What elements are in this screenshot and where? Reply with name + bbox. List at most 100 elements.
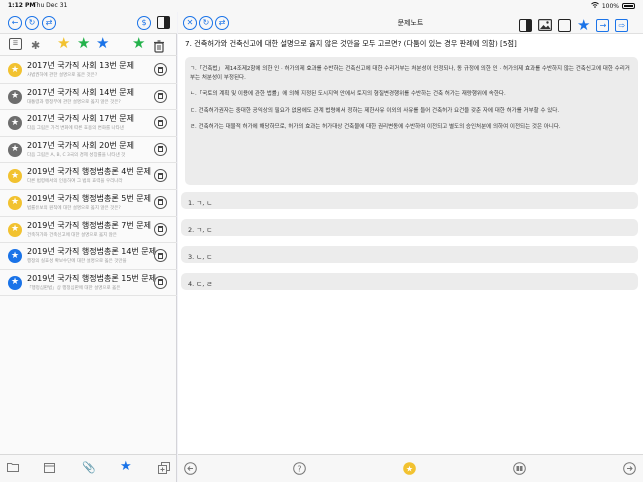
list-item-subtitle: 다음 그림은 가격 변화에 따른 효용의 변화를 나타낸: [27, 126, 124, 132]
filter-blue-star-icon[interactable]: ★: [96, 36, 109, 51]
sidebar: ← ↻ ⇄ $ ☰ ✱ ★ ★ ★ ★ ★ 2017년 국가직 사회 13번 문…: [0, 12, 177, 482]
next-arrow-icon[interactable]: [623, 462, 636, 478]
list-item-subtitle: 「행정심판법」상 행정심판에 대한 설명으로 옳은: [27, 285, 121, 291]
list-item[interactable]: ★ 2017년 국가직 사회 13번 문제 사법권하에 관한 설명으로 옳은 것…: [0, 57, 177, 84]
list-item-title: 2019년 국가직 행정법총론 14번 문제: [27, 247, 157, 257]
split-view-icon[interactable]: [157, 16, 170, 29]
inbox-tray-icon[interactable]: ☰: [9, 38, 22, 50]
list-item[interactable]: ★ 2017년 국가직 사회 20번 문제 다음 그림은 A, B, C 3국의…: [0, 137, 177, 164]
gray-star-icon: ★: [8, 142, 22, 157]
statement: ㄹ. 건축허가는 대물적 허가에 해당하므로, 허가의 효과는 허가대상 건축물…: [190, 124, 561, 131]
previous-arrow-icon[interactable]: [184, 462, 197, 478]
status-right: 100%: [591, 2, 635, 10]
list-item-subtitle: 법률유보의 원칙에 대한 설명으로 옳지 않은 것은?: [27, 205, 121, 211]
statement-box: ㄱ.「건축법」 제14조제2항에 의한 인 · 허가의제 효과를 수반하는 건축…: [185, 57, 638, 185]
trash-icon[interactable]: [154, 89, 167, 103]
list-item-title: 2017년 국가직 사회 14번 문제: [27, 87, 134, 97]
answer-option[interactable]: 2. ㄱ, ㄷ: [181, 219, 638, 236]
trash-all-icon[interactable]: [153, 38, 165, 57]
wifi-icon: [591, 2, 599, 10]
sync-button[interactable]: ⇄: [42, 16, 56, 30]
calendar-icon[interactable]: [44, 462, 55, 476]
status-bar: 1:12 PM Thu Dec 31 100%: [0, 0, 643, 12]
statement: ㄴ.「국토의 계획 및 이용에 관한 법률」에 의해 지정된 도시지역 안에서 …: [190, 91, 506, 98]
help-icon[interactable]: ?: [293, 462, 306, 478]
main-toolbar: ✕ ↻ ⇄ 문제노트 ★ → ⇨: [178, 12, 643, 34]
gold-star-icon: ★: [8, 195, 22, 210]
list-item-title: 2019년 국가직 행정법총론 4번 문제: [27, 167, 151, 177]
dollar-icon[interactable]: $: [137, 16, 151, 30]
gray-star-icon: ★: [8, 89, 22, 104]
favorite-star-icon[interactable]: ★: [577, 18, 590, 33]
list-item[interactable]: ★ 2019년 국가직 행정법총론 15번 문제 「행정심판법」상 행정심판에 …: [0, 270, 177, 297]
star-filter-bar: ☰ ✱ ★ ★ ★ ★: [0, 34, 177, 56]
list-item[interactable]: ★ 2019년 국가직 행정법총론 4번 문제 다른 법령에서의 인용하여 그 …: [0, 163, 177, 190]
statement: ㄱ.「건축법」 제14조제2항에 의한 인 · 허가의제 효과를 수반하는 건축…: [190, 66, 630, 81]
svg-text:?: ?: [297, 464, 301, 473]
folder-icon[interactable]: [7, 462, 19, 475]
status-date: Thu Dec 31: [33, 2, 68, 9]
answer-option[interactable]: 4. ㄷ, ㄹ: [181, 273, 638, 290]
list-item-title: 2017년 국가직 사회 13번 문제: [27, 61, 134, 70]
list-item-subtitle: 다른 법령에서의 인용하여 그 법의 효력을 우리나라: [27, 179, 123, 185]
list-item-title: 2019년 국가직 행정법총론 7번 문제: [27, 220, 151, 230]
back-circle-button[interactable]: ←: [8, 16, 22, 30]
list-item-subtitle: 다음 그림은 A, B, C 3국의 경제 성장률을 나타낸 것: [27, 152, 126, 158]
trash-icon[interactable]: [154, 169, 167, 183]
main-bottom-bar: ? ★: [178, 454, 643, 482]
star-rating-icon[interactable]: ★: [403, 462, 416, 478]
list-item-subtitle: 건축허가와 건축신고에 대한 설명으로 옳지 않은: [27, 232, 117, 238]
blue-star-icon: ★: [8, 249, 22, 264]
battery-percent: 100%: [601, 2, 619, 10]
question-text: 7. 건축허가와 건축신고에 대한 설명으로 옳지 않은 것만을 모두 고르면?…: [185, 39, 517, 48]
battery-icon: [622, 3, 635, 9]
list-item-title: 2019년 국가직 행정법총론 15번 문제: [27, 273, 157, 283]
blue-star-icon: ★: [8, 275, 22, 290]
list-item-title: 2017년 국가직 사회 17번 문제: [27, 114, 134, 124]
answer-option[interactable]: 3. ㄴ, ㄷ: [181, 246, 638, 263]
status-time: 1:12 PM: [8, 2, 36, 9]
filter-green-star-icon[interactable]: ★: [77, 36, 90, 51]
trash-icon[interactable]: [154, 249, 167, 263]
list-item-subtitle: 사법권하에 관한 설명으로 옳은 것은?: [27, 73, 98, 78]
list-item[interactable]: ★ 2017년 국가직 사회 14번 문제 대통령과 행정부에 관한 설명으로 …: [0, 84, 177, 111]
sidebar-toolbar: ← ↻ ⇄ $: [0, 12, 177, 34]
split-view-icon[interactable]: [519, 19, 532, 32]
filter-multi-star-icon[interactable]: ★: [132, 36, 145, 51]
question-list: ★ 2017년 국가직 사회 13번 문제 사법권하에 관한 설명으로 옳은 것…: [0, 57, 177, 297]
trash-icon[interactable]: [154, 275, 167, 289]
list-item-title: 2017년 국가직 사회 20번 문제: [27, 140, 134, 150]
gold-star-icon: ★: [8, 222, 22, 237]
trash-icon[interactable]: [154, 63, 167, 76]
copy-add-icon[interactable]: [158, 462, 170, 477]
filter-all-icon[interactable]: ✱: [31, 38, 40, 53]
star-tab-icon[interactable]: ★: [120, 460, 132, 473]
gold-star-icon: ★: [8, 169, 22, 184]
list-item[interactable]: ★ 2017년 국가직 사회 17번 문제 다음 그림은 가격 변화에 따른 효…: [0, 110, 177, 137]
statement: ㄷ. 건축허가권자는 중대한 공익상의 필요가 없음에도 관계 법령에서 정하는…: [190, 107, 560, 114]
list-item-title: 2019년 국가직 행정법총론 5번 문제: [27, 193, 151, 203]
blank-page-icon[interactable]: [558, 19, 571, 32]
image-icon[interactable]: [538, 16, 553, 35]
trash-icon[interactable]: [154, 195, 167, 209]
list-item[interactable]: ★ 2019년 국가직 행정법총론 5번 문제 법률유보의 원칙에 대한 설명으…: [0, 190, 177, 217]
attachment-icon[interactable]: 📎: [82, 462, 96, 474]
list-item-subtitle: 행정의 실효성 확보수단에 대한 설명으로 옳은 것만을: [27, 259, 127, 265]
gray-star-icon: ★: [8, 116, 22, 131]
main-panel: ✕ ↻ ⇄ 문제노트 ★ → ⇨ 7. 건축허가와 건축신고에 대한 설명으로 …: [178, 12, 643, 482]
refresh-button[interactable]: ↻: [25, 16, 39, 30]
trash-icon[interactable]: [154, 116, 167, 130]
trash-icon[interactable]: [154, 222, 167, 236]
gold-star-icon: ★: [8, 63, 22, 77]
svg-text:★: ★: [406, 465, 413, 474]
list-item[interactable]: ★ 2019년 국가직 행정법총론 7번 문제 건축허가와 건축신고에 대한 설…: [0, 217, 177, 244]
list-item[interactable]: ★ 2019년 국가직 행정법총론 14번 문제 행정의 실효성 확보수단에 대…: [0, 243, 177, 270]
sidebar-bottom-bar: 📎 ★: [0, 454, 176, 482]
next-page-icon[interactable]: ⇨: [615, 19, 629, 32]
answer-option[interactable]: 1. ㄱ, ㄴ: [181, 192, 638, 209]
trash-icon[interactable]: [154, 142, 167, 156]
list-item-subtitle: 대통령과 행정부에 관한 설명으로 옳지 않은 것은?: [27, 99, 121, 105]
filter-gold-star-icon[interactable]: ★: [57, 36, 70, 51]
book-icon[interactable]: [513, 462, 526, 478]
export-icon[interactable]: →: [596, 19, 610, 32]
